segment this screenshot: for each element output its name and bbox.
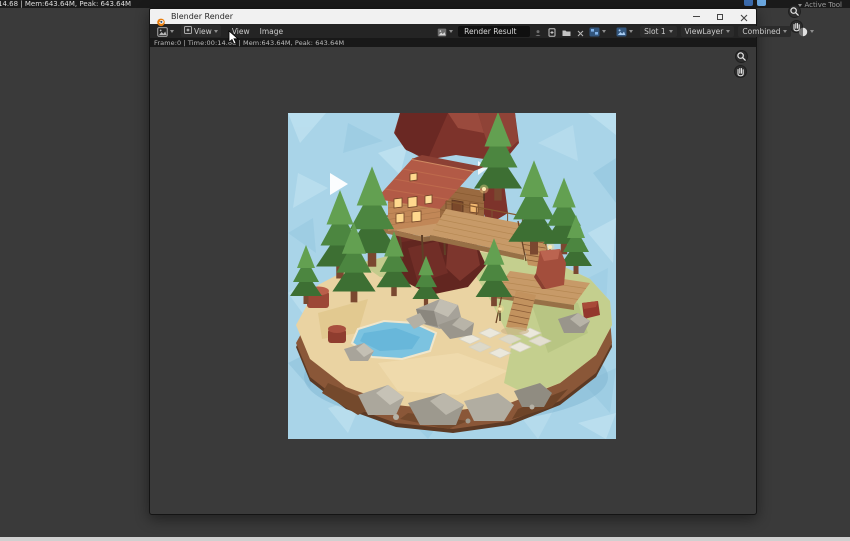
render-slot-icon [589,22,600,41]
view-layer-label: ViewLayer [684,26,724,36]
render-info-text: Frame:0 | Time:00:14.68 | Mem:643.64M, P… [154,38,345,47]
folder-icon [562,22,571,41]
hand-icon [735,62,746,81]
image-editor-viewport[interactable] [150,47,756,514]
chevron-down-icon [170,29,174,33]
chevron-down-icon [783,29,788,33]
maximize-button[interactable] [708,9,732,24]
chevron-down-icon [449,29,454,33]
window-titlebar[interactable]: Blender Render [150,9,756,26]
minimize-button[interactable] [684,9,708,24]
menu-image[interactable]: Image [255,25,289,37]
maximize-icon [717,13,723,20]
image-datablock-selector: Render Result [434,25,586,37]
chevron-down-icon [668,29,673,33]
minimize-icon [692,16,700,17]
image-editor-header: View View Image Render Result Slot 1 Vie… [150,24,815,38]
chevron-down-icon [602,29,607,33]
chevron-down-icon [629,29,634,33]
close-icon [577,22,584,41]
fake-user-button[interactable] [532,25,544,37]
slot-dropdown[interactable]: Slot 1 [640,25,677,37]
header-right-group: Slot 1 ViewLayer Combined [586,25,817,37]
new-image-icon [548,22,556,41]
unlink-image-button[interactable] [574,25,586,37]
new-image-button[interactable] [546,25,558,37]
memory-stats-text: 14.68 | Mem:643.64M, Peak: 643.64M [0,0,132,8]
display-channels-icon [798,22,808,41]
window-title: Blender Render [171,12,234,21]
mouse-cursor [228,30,240,50]
blender-logo-icon [156,12,166,26]
render-pass-label: Combined [742,26,781,36]
fake-user-icon [534,22,542,41]
top-status-strip: 14.68 | Mem:643.64M, Peak: 643.64M [0,0,850,8]
render-pass-dropdown[interactable]: Combined [738,25,792,37]
close-button[interactable] [732,9,756,24]
view-layer-dropdown[interactable]: ViewLayer [680,25,735,37]
image-icon [437,22,447,41]
view-mode-icon [184,26,192,36]
render-slot-icon-dropdown[interactable] [586,25,609,37]
mode-label: View [194,26,212,36]
chevron-down-icon [213,29,218,33]
bottom-progress-bar [0,537,850,541]
editor-type-button[interactable] [154,25,177,37]
layer-image-icon [616,22,627,41]
mode-dropdown[interactable]: View [181,25,221,37]
screen: { "topbar": { "stats": "14.68 | Mem:643.… [0,0,850,541]
active-tool-label: Active Tool [804,1,842,9]
active-tool-header[interactable]: Active Tool [797,1,842,9]
render-info-bar: Frame:0 | Time:00:14.68 | Mem:643.64M, P… [150,38,756,47]
browse-image-button[interactable] [434,25,456,37]
image-name-field[interactable]: Render Result [458,25,531,37]
render-result-image [288,113,616,439]
display-channels-dropdown[interactable] [795,25,817,37]
blender-render-window: Blender Render View View Image Render Re… [149,8,815,515]
window-controls [684,9,756,24]
slot-label: Slot 1 [644,26,666,36]
close-icon [740,7,748,26]
topbar-partial-icon-2 [757,0,766,6]
view-layer-icon-dropdown[interactable] [613,25,636,37]
topbar-partial-icon-1 [744,0,753,6]
viewport-pan-gizmo[interactable] [734,65,747,78]
chevron-down-icon [726,29,731,33]
chevron-down-icon [810,29,815,33]
open-image-button[interactable] [560,25,572,37]
